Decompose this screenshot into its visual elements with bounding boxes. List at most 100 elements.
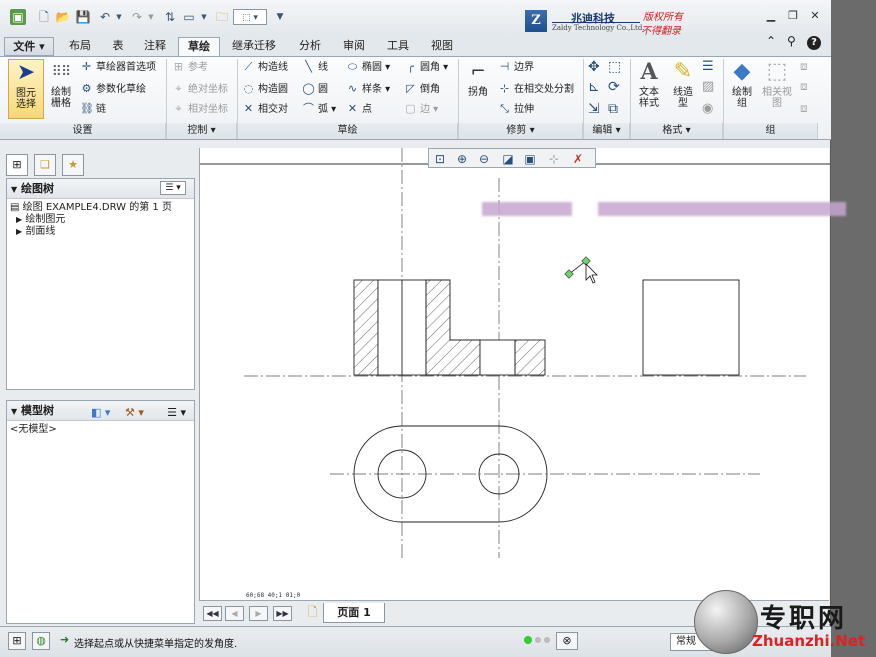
relative-coords-button[interactable]: ⌖ 相对坐标 [172,103,228,116]
tree-settings-icon[interactable]: ☰ ▾ [167,403,186,422]
minimize-icon[interactable]: ▁ [763,9,779,23]
tab-layers[interactable]: ❏ [34,154,56,176]
close-folder-icon[interactable]: 🗀 [214,9,230,25]
construction-line-button[interactable]: ⟋ 构造线 [242,61,288,74]
line-button[interactable]: ╲ 线 [302,61,328,74]
close-icon[interactable]: ✕ [807,9,823,23]
front-section-view[interactable] [353,279,546,376]
group-move-icon[interactable]: ⧉ [608,101,618,117]
edge-button[interactable]: ▢ 边 ▾ [404,103,438,116]
collapse-icon[interactable]: ⌃ [766,34,776,48]
tab-analysis[interactable]: 分析 [290,37,330,56]
new-icon[interactable]: 🗋 [36,9,52,25]
navigator-toggle-icon[interactable]: ⊞ [8,632,26,650]
tab-sketch[interactable]: 草绘 [178,37,220,56]
group-attach-icon[interactable]: ⧈ [800,101,808,116]
browser-toggle-icon[interactable]: ◍ [32,632,50,650]
sketcher-preferences-button[interactable]: ✛ 草绘器首选项 [80,61,156,74]
chamfer-button[interactable]: ◸ 倒角 [404,83,440,96]
tab-favorites[interactable]: ★ [62,154,84,176]
arc-button[interactable]: ⌒ 弧 ▾ [302,103,336,116]
undo-dropdown-icon[interactable]: ▼ [111,9,127,25]
help-icon[interactable]: ? [807,36,821,50]
search-icon[interactable]: ⚲ [787,34,796,48]
absolute-coords-button[interactable]: ⌖ 绝对坐标 [172,83,228,96]
circle-button[interactable]: ◯ 圆 [302,83,328,96]
refit-icon[interactable]: ⊡ [431,151,449,167]
ungroup-icon[interactable]: ⧈ [800,59,808,74]
color-icon[interactable]: ◉ [702,101,713,116]
corner-button[interactable]: ⌐ 拐角 [462,59,494,119]
line-width-icon[interactable]: ☰ [702,59,714,74]
regenerate-icon[interactable]: ⇅ [162,9,178,25]
sheet-display-icon[interactable]: ⊹ [545,151,563,167]
boundary-button[interactable]: ⊣ 边界 [498,61,534,74]
tab-review[interactable]: 审阅 [336,37,372,56]
zoom-in-icon[interactable]: ⊕ [453,151,471,167]
tab-table[interactable]: 表 [103,37,133,56]
tools-icon[interactable]: ⚒ ▾ [125,403,144,422]
select-entity-button[interactable]: ➤ 图元 选择 [8,59,44,119]
draw-grid-button[interactable]: ⠿⠿ 绘制 栅格 [46,59,76,119]
tab-layout[interactable]: 布局 [60,37,100,56]
rotate-icon[interactable]: ⟳ [608,79,620,95]
tab-view[interactable]: 视图 [423,37,461,56]
construction-circle-button[interactable]: ◌ 构造圆 [242,83,288,96]
display-style-icon[interactable]: ▣ [521,151,539,167]
save-icon[interactable]: 💾 [75,9,91,25]
mirror-icon[interactable]: ⊾ [588,79,600,95]
tree-item-sheet[interactable]: ▤ 绘图 EXAMPLE4.DRW 的第 1 页 [10,202,191,214]
transform-icon[interactable]: ⬚ [608,59,621,75]
stretch-button[interactable]: ⤡ 拉伸 [498,103,534,116]
tab-tools[interactable]: 工具 [378,37,418,56]
model-tree-header[interactable]: ▼ 模型树 ◧ ▾ ⚒ ▾ ☰ ▾ [7,401,194,421]
drawing-tree-header[interactable]: ▼ 绘图树 ☰ ▾ [7,179,194,199]
group-edit-icon[interactable]: ⧈ [800,79,808,94]
chain-button[interactable]: ⛓ 链 [80,103,106,116]
intersect-pair-button[interactable]: ✕ 相交对 [242,103,288,116]
tab-legacy-migration[interactable]: 继承迁移 [223,37,285,56]
group-label-edit[interactable]: 编辑 ▾ [584,123,630,139]
group-label-format[interactable]: 格式 ▾ [631,123,723,139]
line-style-button[interactable]: ✎ 线造 型 [668,59,698,119]
tree-settings-icon[interactable]: ☰ ▾ [160,181,186,195]
point-button[interactable]: ✕ 点 [346,103,372,116]
group-label-control[interactable]: 控制 ▾ [167,123,237,139]
hatch-icon[interactable]: ▨ [702,79,714,94]
tree-item-cross-section[interactable]: ▶ 剖面线 [10,226,191,238]
find-icon[interactable]: ⊗ [556,632,578,650]
open-icon[interactable]: 📂 [55,9,71,25]
redo-dropdown-icon[interactable]: ▼ [143,9,159,25]
group-label-trim[interactable]: 修剪 ▾ [459,123,583,139]
tab-annotate[interactable]: 注释 [136,37,174,56]
fillet-button[interactable]: ╭ 圆角 ▾ [404,61,448,74]
reference-button[interactable]: ⊞ 参考 [172,61,208,74]
parametric-sketch-button[interactable]: ⚙ 参数化草绘 [80,83,146,96]
new-page-icon[interactable]: 🗋 [303,606,322,621]
customize-icon[interactable]: ▼ [272,9,288,25]
drawing-canvas[interactable] [199,148,846,600]
datum-display-icon[interactable]: ✗ [569,151,587,167]
first-page-button[interactable]: ◀◀ [203,606,222,621]
tab-model-tree[interactable]: ⊞ [6,154,28,176]
tab-file[interactable]: 文件 ▾ [4,37,54,56]
move-icon[interactable]: ✥ [588,59,600,75]
spline-button[interactable]: ∿ 样条 ▾ [346,83,390,96]
select-box-icon[interactable]: ⬚ ▾ [233,9,267,25]
tree-item-draft-entities[interactable]: ▶ 绘制图元 [10,214,191,226]
draw-group-button[interactable]: ◆ 绘制 组 [727,59,757,119]
next-page-button[interactable]: ▶ [249,606,268,621]
split-at-intersection-button[interactable]: ⊹ 在相交处分割 [498,83,574,96]
related-view-button[interactable]: ⬚ 相关视 图 [760,59,794,119]
last-page-button[interactable]: ▶▶ [273,606,292,621]
repaint-icon[interactable]: ◪ [499,151,517,167]
windows-icon[interactable]: ▭ [181,9,197,25]
scale-icon[interactable]: ⇲ [588,101,600,117]
restore-icon[interactable]: ❐ [785,9,801,23]
page-tab-1[interactable]: 页面 1 [323,603,385,623]
windows-dropdown-icon[interactable]: ▼ [196,9,212,25]
ellipse-button[interactable]: ⬭ 椭圆 ▾ [346,61,390,74]
app-icon[interactable]: ▣ [10,9,26,25]
prev-page-button[interactable]: ◀ [225,606,244,621]
text-style-button[interactable]: A 文本 样式 [634,59,664,119]
